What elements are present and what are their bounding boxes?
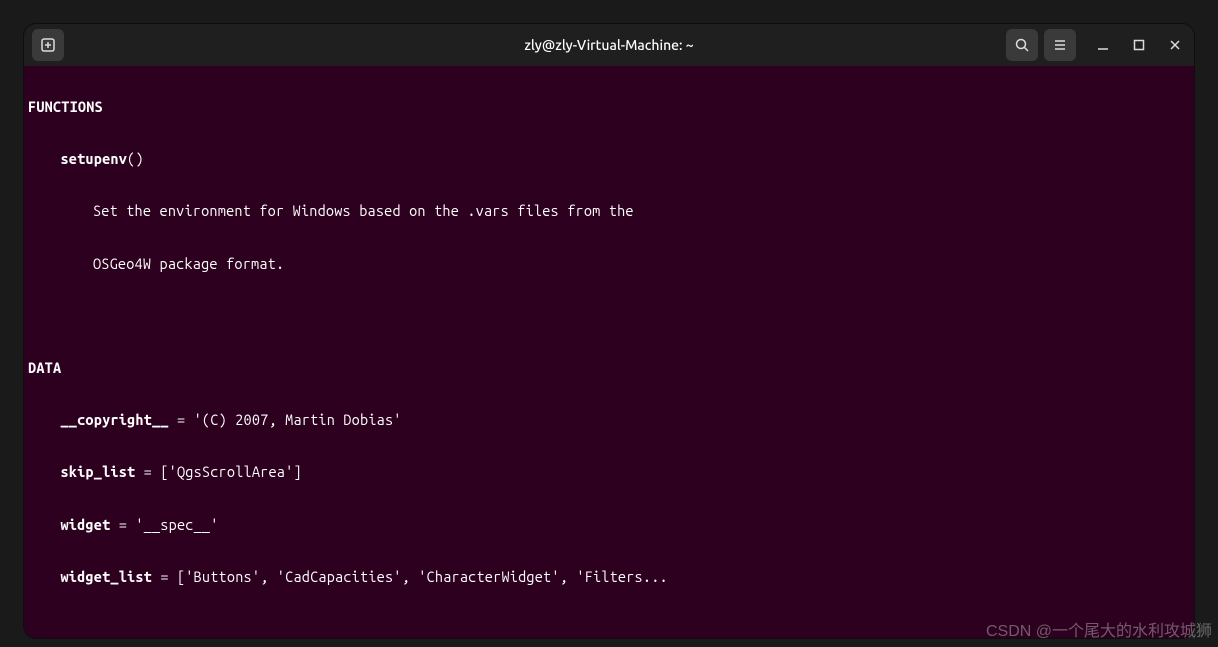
search-button[interactable]: [1006, 29, 1038, 61]
titlebar: zly@zly-Virtual-Machine: ~: [24, 24, 1194, 66]
terminal-content[interactable]: FUNCTIONS setupenv() Set the environment…: [24, 66, 1194, 638]
function-name: setupenv: [60, 150, 127, 167]
data-val-widget: = '__spec__': [110, 516, 218, 533]
terminal-window: zly@zly-Virtual-Machine: ~: [24, 24, 1194, 638]
data-key-widget: widget: [60, 516, 110, 533]
data-val-skiplist: = ['QgsScrollArea']: [135, 463, 301, 480]
minimize-button[interactable]: [1092, 34, 1114, 56]
data-key-widgetlist: widget_list: [60, 568, 152, 585]
function-parens: (): [127, 150, 144, 167]
window-controls: [1092, 34, 1186, 56]
function-desc-line2: OSGeo4W package format.: [93, 255, 284, 272]
section-header-functions: FUNCTIONS: [28, 98, 103, 115]
function-desc-line1: Set the environment for Windows based on…: [93, 202, 634, 219]
data-val-copyright: = '(C) 2007, Martin Dobias': [169, 411, 402, 428]
section-header-data: DATA: [28, 359, 61, 376]
titlebar-left: [32, 29, 232, 61]
data-val-widgetlist: = ['Buttons', 'CadCapacities', 'Characte…: [152, 568, 668, 585]
titlebar-right: [986, 29, 1186, 61]
data-key-skiplist: skip_list: [60, 463, 135, 480]
window-title: zly@zly-Virtual-Machine: ~: [232, 37, 986, 53]
maximize-button[interactable]: [1128, 34, 1150, 56]
menu-button[interactable]: [1044, 29, 1076, 61]
data-key-copyright: __copyright__: [60, 411, 168, 428]
new-tab-button[interactable]: [32, 29, 64, 61]
close-button[interactable]: [1164, 34, 1186, 56]
